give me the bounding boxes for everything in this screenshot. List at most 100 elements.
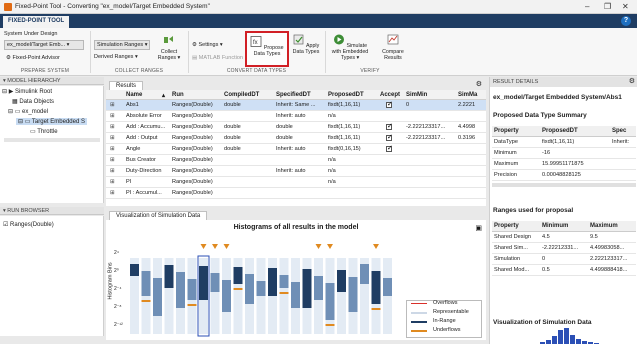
propose-data-types-button[interactable]: fx Propose Data Types (245, 31, 289, 67)
y-tick-label: 2⁻⁴ (114, 286, 122, 292)
tree-item-throttle[interactable]: ▭ Throttle (30, 128, 58, 135)
histogram-column[interactable] (199, 258, 208, 334)
table-row[interactable]: Minimum -16 (492, 148, 636, 159)
accept-checkbox[interactable] (386, 133, 393, 141)
table-row[interactable]: Maximum 15.99951171875 (492, 159, 636, 170)
fixed-point-advisor-link[interactable]: ⚙ Fixed-Point Advisor (6, 55, 60, 61)
maximize-icon[interactable]: ❐ (604, 2, 611, 11)
simulate-embedded-button[interactable]: Simulate with Embedded Types ▾ (328, 34, 372, 61)
histogram-column[interactable] (176, 258, 185, 334)
histogram-column[interactable] (291, 258, 300, 334)
col-simmax[interactable]: SimMa (458, 92, 477, 98)
results-tabbar: Results ⚙ (106, 80, 486, 91)
derived-ranges-dropdown[interactable]: Derived Ranges ▾ (94, 54, 138, 60)
histogram-column[interactable] (222, 258, 231, 334)
viz-legend: Overflows Representable In-Range Underfl… (406, 300, 482, 338)
histogram-column[interactable] (325, 258, 335, 334)
histogram-column[interactable] (314, 258, 323, 334)
histogram-column[interactable] (256, 258, 266, 334)
table-cell: -2.22212331... (542, 245, 579, 251)
table-row[interactable]: ⊞ Abs1 Ranges(Double) double Inherit: Same .… (106, 100, 486, 111)
overflow-marker (200, 244, 207, 249)
table-row[interactable]: Shared Design 4.5 9.5 (492, 232, 636, 243)
histogram-column[interactable] (279, 258, 289, 334)
table-row[interactable]: ⊞ Absolute Error Ranges(Double) Inherit: au… (106, 111, 486, 122)
tree-item-ex-model[interactable]: ⊟ ▭ ex_model (8, 108, 48, 115)
tree-item-data-objects[interactable]: ▦ Data Objects (12, 98, 54, 105)
table-row[interactable]: Precision 0.00048828125 (492, 170, 636, 181)
histogram-column[interactable] (141, 258, 151, 334)
window-title: Fixed-Point Tool - Converting "ex_model/… (15, 3, 210, 10)
settings-button[interactable]: ⚙ Settings ▾ (192, 42, 223, 48)
legend-toggle-icon[interactable]: ▣ (475, 224, 482, 232)
block-icon: ⊞ (110, 190, 115, 196)
cell-proposed: fixdt(0,16,15) (328, 146, 361, 152)
col-simmin[interactable]: SimMin (406, 92, 427, 98)
table-row[interactable]: ⊞ Add : Output Ranges(Double) double double f… (106, 133, 486, 144)
histogram-column[interactable] (210, 258, 220, 334)
histogram-column[interactable] (348, 258, 358, 334)
model-hierarchy-header[interactable]: ▾ MODEL HIERARCHY (0, 77, 104, 85)
accept-checkbox[interactable] (386, 144, 393, 152)
tree-item-simulink-root[interactable]: ⊟ ▶ Simulink Root (2, 88, 52, 95)
table-row[interactable]: Shared Sim... -2.22212331... 4.49983058... (492, 243, 636, 254)
help-icon[interactable]: ? (621, 16, 631, 26)
table-row[interactable]: ⊞ PI Ranges(Double) n/a (106, 177, 486, 188)
legend-overflows: Overflows (433, 300, 458, 306)
col-specified[interactable]: SpecifiedDT (276, 92, 311, 98)
histogram-column[interactable] (383, 258, 392, 334)
table-row[interactable]: Simulation 0 2.222123317... (492, 254, 636, 265)
table-row[interactable]: ⊞ Bus Creator Ranges(Double) n/a (106, 155, 486, 166)
results-settings-icon[interactable]: ⚙ (476, 80, 482, 88)
run-browser-header[interactable]: ▾ RUN BROWSER (0, 207, 104, 215)
close-icon[interactable]: ✕ (622, 2, 629, 11)
col-run[interactable]: Run (172, 92, 184, 98)
histogram-column[interactable] (245, 258, 254, 334)
table-cell: Shared Mod... (494, 267, 530, 273)
col-proposed[interactable]: ProposedDT (328, 92, 364, 98)
col-name[interactable]: Name (126, 92, 142, 98)
histogram-column[interactable] (233, 258, 243, 334)
window-titlebar: Fixed-Point Tool - Converting "ex_model/… (0, 0, 637, 14)
histogram-column[interactable] (268, 258, 277, 334)
table-row[interactable]: DataType fixdt(1,16,11) Inherit: (492, 137, 636, 148)
minimize-icon[interactable]: – (585, 2, 589, 11)
details-settings-icon[interactable]: ⚙ (629, 77, 635, 85)
histogram-plot[interactable] (126, 234, 402, 340)
representable-range (279, 258, 289, 334)
col-accept[interactable]: Accept (380, 92, 400, 98)
apply-data-types-button[interactable]: Apply Data Types (292, 34, 320, 55)
table-row[interactable]: ⊞ Add : Accumu... Ranges(Double) double doub… (106, 122, 486, 133)
system-dropdown[interactable]: ex_model/Target Emb... ▾ (4, 40, 84, 50)
collect-ranges-button[interactable]: Collect Ranges ▾ (156, 34, 182, 61)
histogram-column[interactable] (187, 258, 197, 334)
run-item[interactable]: ☑ Ranges(Double) (3, 221, 54, 228)
accept-checkbox[interactable] (386, 122, 393, 130)
histogram-column[interactable] (130, 258, 139, 334)
tab-fixed-point-tool[interactable]: FIXED-POINT TOOL (3, 16, 70, 28)
table-cell: Shared Sim... (494, 245, 528, 251)
table-row[interactable]: ⊞ Angle Ranges(Double) double Inherit: auto f… (106, 144, 486, 155)
collect-mode-dropdown[interactable]: Simulation Ranges ▾ (94, 40, 151, 50)
histogram-column[interactable] (302, 258, 312, 334)
histogram-column[interactable] (337, 258, 346, 334)
histogram-column[interactable] (371, 258, 381, 334)
table-row[interactable]: ⊞ Duty-Direction Ranges(Double) Inherit: au… (106, 166, 486, 177)
col-compiled[interactable]: CompiledDT (224, 92, 259, 98)
mini-bar (576, 339, 581, 344)
histogram-column[interactable] (164, 258, 174, 334)
summary-scrollbar[interactable] (492, 183, 636, 187)
cell-name: Add : Output (126, 135, 158, 141)
histogram-column[interactable] (153, 258, 162, 334)
derived-ranges-label: Derived Ranges (94, 54, 134, 60)
tree-item-target-embedded[interactable]: ⊟ ▭ Target Embedded S (16, 118, 87, 125)
col-sort-icon[interactable]: ▴ (162, 92, 165, 99)
tree-scrollbar[interactable] (4, 138, 100, 142)
matlab-function-button[interactable]: ▤ MATLAB Function (192, 55, 243, 61)
accept-checkbox[interactable] (386, 100, 393, 108)
compare-results-button[interactable]: Compare Results (376, 34, 410, 61)
underflow-bar (141, 300, 151, 302)
table-row[interactable]: Shared Mod... 0.5 4.499888418... (492, 265, 636, 276)
table-row[interactable]: ⊞ PI : Accumul... Ranges(Double) (106, 188, 486, 199)
histogram-column[interactable] (360, 258, 369, 334)
